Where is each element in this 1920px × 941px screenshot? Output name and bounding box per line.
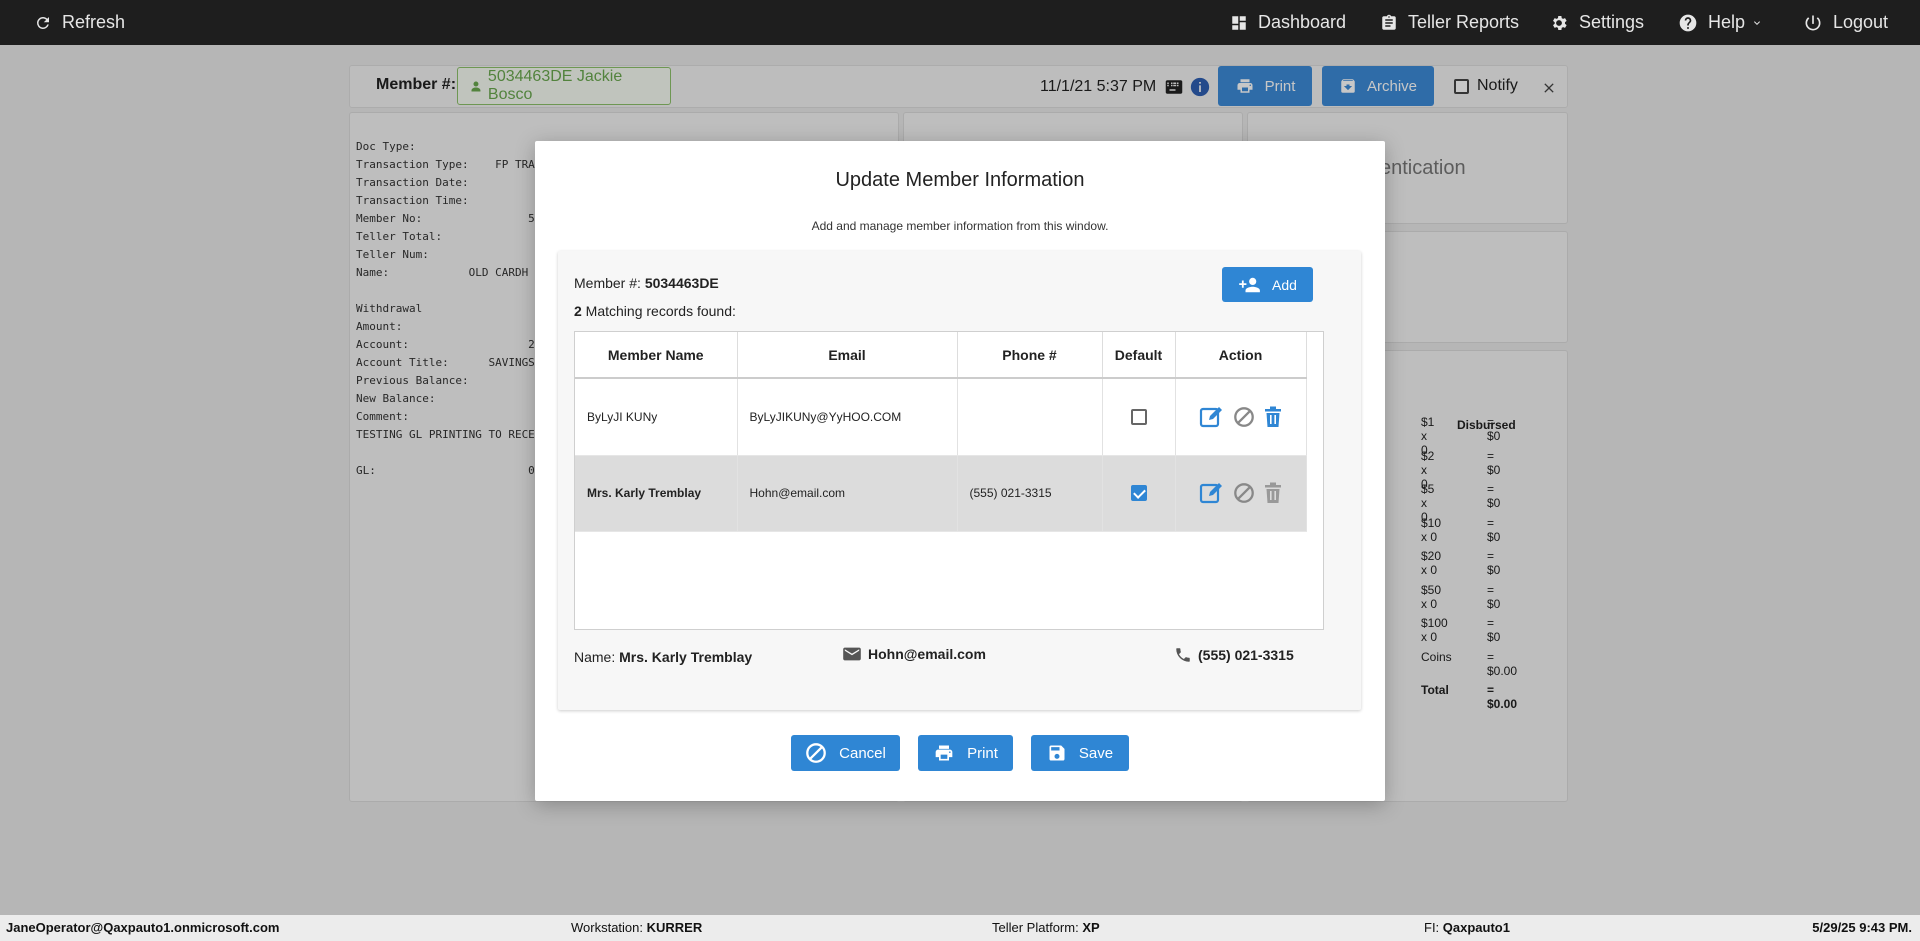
trash-icon[interactable] <box>1263 406 1283 428</box>
cell-default <box>1102 378 1176 456</box>
teller-reports-label: Teller Reports <box>1408 12 1520 32</box>
column-header-phone[interactable]: Phone # <box>957 332 1103 379</box>
add-person-icon <box>1239 277 1260 292</box>
status-workstation: Workstation: KURRER <box>571 920 702 935</box>
match-text: Matching records found: <box>581 303 736 319</box>
print-label: Print <box>967 744 998 762</box>
clipboard-icon <box>1382 14 1396 30</box>
dashboard-icon <box>1232 15 1246 30</box>
help-icon <box>1679 14 1697 31</box>
table-row[interactable]: ByLyJI KUNy ByLyJIKUNy@YyHOO.COM <box>575 378 1307 456</box>
gear-icon <box>1553 15 1567 30</box>
summary-name-label: Name: <box>574 649 620 665</box>
member-records-table: Member Name Email Phone # Default Action… <box>574 331 1324 630</box>
column-header-member-name[interactable]: Member Name <box>575 332 738 379</box>
status-platform: Teller Platform: XP <box>992 920 1100 935</box>
dashboard-label: Dashboard <box>1258 12 1347 32</box>
refresh-icon <box>36 16 49 29</box>
phone-icon <box>1176 648 1190 662</box>
cancel-icon <box>806 743 826 763</box>
cell-member-name: Mrs. Karly Tremblay <box>575 455 738 532</box>
power-icon <box>1805 15 1821 30</box>
fi-label: FI: <box>1424 920 1443 935</box>
edit-icon[interactable] <box>1199 481 1225 505</box>
top-nav-bar: Refresh Dashboard Teller Reports Setting… <box>0 0 1920 45</box>
refresh-button[interactable]: Refresh <box>34 0 125 45</box>
add-member-button[interactable]: Add <box>1222 267 1313 302</box>
print-button[interactable]: Print <box>918 735 1013 771</box>
member-records-card: Member #: 5034463DE 2 Matching records f… <box>558 251 1361 710</box>
summary-email: Hohn@email.com <box>842 646 986 662</box>
cell-actions <box>1175 455 1307 532</box>
summary-name-value: Mrs. Karly Tremblay <box>619 649 753 665</box>
table-row-selected[interactable]: Mrs. Karly Tremblay Hohn@email.com (555)… <box>575 455 1307 532</box>
workstation-value: KURRER <box>646 920 703 935</box>
platform-value: XP <box>1082 920 1100 935</box>
cell-actions <box>1175 378 1307 456</box>
settings-label: Settings <box>1579 12 1645 32</box>
printer-icon <box>935 745 953 761</box>
envelope-icon <box>843 647 861 661</box>
floppy-disk-icon <box>1049 745 1065 761</box>
nav-teller-reports[interactable]: Teller Reports <box>1380 0 1519 45</box>
column-header-email[interactable]: Email <box>737 332 958 379</box>
disable-icon[interactable] <box>1233 406 1255 428</box>
member-number-label: Member #: <box>574 275 645 291</box>
help-label: Help <box>1708 12 1746 32</box>
cell-phone <box>957 378 1103 456</box>
status-bar: JaneOperator@Qaxpauto1.onmicrosoft.com W… <box>0 915 1920 941</box>
dialog-subtitle: Add and manage member information from t… <box>811 219 1109 233</box>
match-count-line: 2 Matching records found: <box>574 303 736 319</box>
nav-settings[interactable]: Settings <box>1549 0 1644 45</box>
cell-default <box>1102 455 1176 532</box>
platform-label: Teller Platform: <box>992 920 1083 935</box>
status-fi: FI: Qaxpauto1 <box>1424 920 1510 935</box>
match-count: 2 <box>574 303 582 319</box>
column-header-default[interactable]: Default <box>1102 332 1176 379</box>
cell-email: Hohn@email.com <box>737 455 958 532</box>
member-number-line: Member #: 5034463DE <box>574 275 719 291</box>
cell-email: ByLyJIKUNy@YyHOO.COM <box>737 378 958 456</box>
fi-value: Qaxpauto1 <box>1442 920 1510 935</box>
selected-member-summary: Name: Mrs. Karly Tremblay Hohn@email.com… <box>574 646 1334 670</box>
status-datetime: 5/29/25 9:43 PM. <box>1812 920 1912 935</box>
cancel-label: Cancel <box>839 744 886 762</box>
nav-dashboard[interactable]: Dashboard <box>1230 0 1346 45</box>
add-label: Add <box>1272 276 1297 293</box>
trash-icon <box>1264 482 1281 503</box>
dialog-title: Update Member Information <box>835 169 1085 191</box>
nav-help[interactable]: Help <box>1678 0 1763 45</box>
cancel-button[interactable]: Cancel <box>791 735 900 771</box>
summary-phone: (555) 021-3315 <box>1174 646 1294 664</box>
cell-phone: (555) 021-3315 <box>957 455 1103 532</box>
status-user: JaneOperator@Qaxpauto1.onmicrosoft.com <box>6 920 280 935</box>
cell-member-name: ByLyJI KUNy <box>575 378 738 456</box>
save-button[interactable]: Save <box>1031 735 1129 771</box>
edit-icon[interactable] <box>1199 405 1225 429</box>
nav-logout[interactable]: Logout <box>1803 0 1888 45</box>
summary-name: Name: Mrs. Karly Tremblay <box>574 649 752 665</box>
update-member-dialog: Update Member Information Add and manage… <box>535 141 1385 801</box>
member-number-value: 5034463DE <box>644 275 719 291</box>
refresh-label: Refresh <box>62 12 126 32</box>
logout-label: Logout <box>1833 12 1889 32</box>
default-checkbox[interactable] <box>1130 408 1147 425</box>
column-header-action: Action <box>1175 332 1307 379</box>
disable-icon[interactable] <box>1233 482 1255 504</box>
chevron-down-icon <box>1754 20 1761 25</box>
table-header-row: Member Name Email Phone # Default Action <box>575 332 1307 379</box>
workstation-label: Workstation: <box>571 920 647 935</box>
summary-email-value: Hohn@email.com <box>868 646 986 662</box>
save-label: Save <box>1078 744 1114 762</box>
summary-phone-value: (555) 021-3315 <box>1198 647 1294 663</box>
default-checkbox-checked[interactable] <box>1130 485 1147 501</box>
